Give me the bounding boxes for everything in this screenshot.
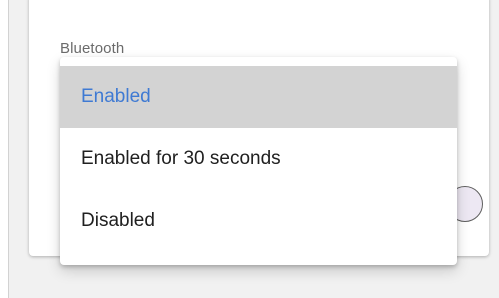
- bluetooth-field-label: Bluetooth: [60, 40, 125, 57]
- menu-option-enabled-30-seconds[interactable]: Enabled for 30 seconds: [60, 128, 457, 190]
- bluetooth-dropdown-menu: Enabled Enabled for 30 seconds Disabled: [60, 57, 457, 265]
- menu-option-enabled[interactable]: Enabled: [60, 66, 457, 128]
- menu-option-disabled[interactable]: Disabled: [60, 190, 457, 252]
